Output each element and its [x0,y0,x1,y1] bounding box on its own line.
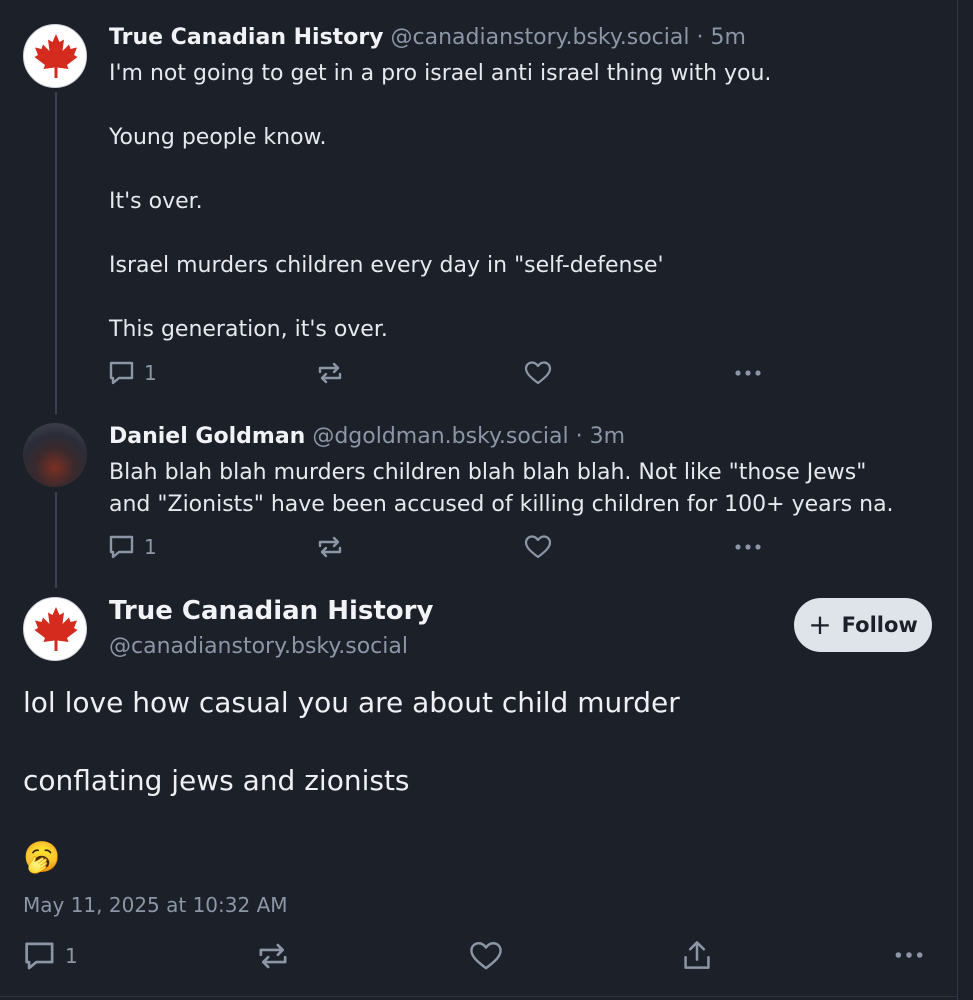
thread-line [55,92,57,414]
repost-icon [318,536,342,558]
reply-count: 1 [144,361,157,385]
more-options-button[interactable] [733,534,763,560]
reply-icon [25,942,54,970]
follow-button[interactable]: + Follow [794,598,932,652]
reply-button[interactable]: 1 [108,534,157,560]
post-header: Daniel Goldman @dgoldman.bsky.social · 3… [109,423,625,451]
avatar[interactable] [23,423,87,487]
right-border [957,0,958,1000]
maple-leaf-icon [34,607,78,651]
repost-button[interactable] [256,940,290,972]
reply-icon [109,535,134,559]
author-handle[interactable]: @canadianstory.bsky.social [109,634,408,659]
repost-icon [259,943,287,969]
post-body: Blah blah blah murders children blah bla… [109,460,894,517]
reply-count: 1 [65,944,78,968]
repost-button[interactable] [316,534,344,560]
reply-button[interactable]: 1 [23,940,78,972]
more-icon [895,952,923,958]
heart-icon [524,535,552,559]
repost-icon [318,362,342,384]
like-button[interactable] [469,940,503,972]
author-name[interactable]: Daniel Goldman [109,424,305,449]
post-header: True Canadian History @canadianstory.bsk… [109,24,746,52]
author-handle[interactable]: @canadianstory.bsky.social [391,25,690,50]
reply-icon [109,361,134,385]
post-time[interactable]: 3m [590,424,625,449]
author-handle[interactable]: @dgoldman.bsky.social [312,424,568,449]
more-icon [735,370,761,376]
follow-label: Follow [841,613,918,637]
author-name[interactable]: True Canadian History [109,596,433,626]
more-options-button[interactable] [733,360,763,386]
post-body: lol love how casual you are about child … [23,686,680,797]
avatar[interactable] [23,24,87,88]
plus-icon: + [808,608,832,641]
separator: · [575,424,583,449]
separator: · [696,25,704,50]
share-icon [684,941,710,969]
yawning-face-emoji: 🥱 [23,840,61,875]
bottom-border [0,996,958,997]
reply-button[interactable]: 1 [108,360,157,386]
heart-icon [524,361,552,385]
heart-icon [470,942,502,970]
more-options-button[interactable] [893,940,925,970]
like-button[interactable] [524,534,552,560]
post-timestamp[interactable]: May 11, 2025 at 10:32 AM [23,893,288,917]
maple-leaf-icon [34,34,78,78]
post-time[interactable]: 5m [710,25,745,50]
post-body: I'm not going to get in a pro israel ant… [109,61,772,342]
reply-count: 1 [144,535,157,559]
repost-button[interactable] [316,360,344,386]
more-icon [735,544,761,550]
thread-line [55,492,57,588]
author-name[interactable]: True Canadian History [109,25,384,50]
like-button[interactable] [524,360,552,386]
share-button[interactable] [681,939,713,971]
avatar[interactable] [23,597,87,661]
